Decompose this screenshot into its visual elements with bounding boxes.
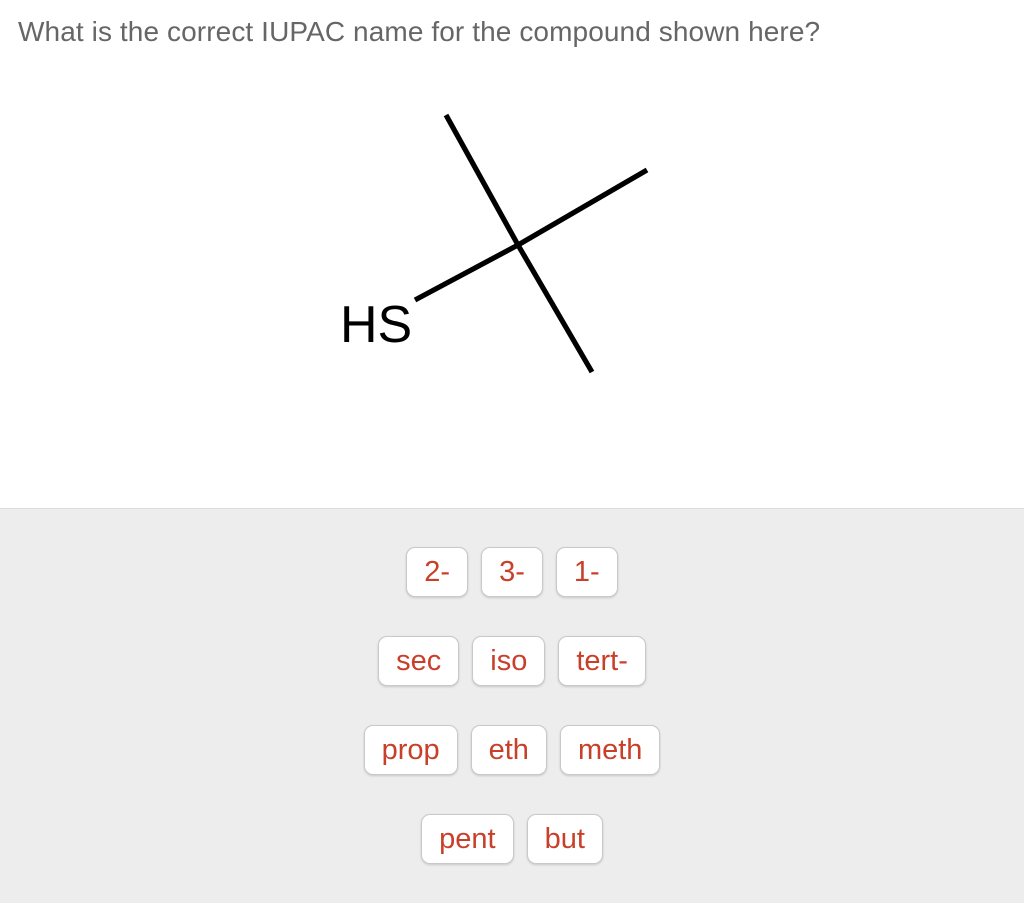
token-button-iso[interactable]: iso	[472, 636, 546, 686]
token-row-2: sec iso tert-	[0, 636, 1024, 686]
token-button-2-dash[interactable]: 2-	[406, 547, 469, 597]
token-button-sec[interactable]: sec	[378, 636, 460, 686]
skeletal-structure-svg: HS	[340, 113, 649, 374]
token-button-1-dash[interactable]: 1-	[555, 547, 618, 597]
token-row-3: prop eth meth	[0, 725, 1024, 775]
iupac-naming-question-screen: What is the correct IUPAC name for the c…	[0, 0, 1024, 903]
token-row-4: pent but	[0, 814, 1024, 864]
bond-center-to-hs	[413, 242, 520, 303]
question-panel: What is the correct IUPAC name for the c…	[0, 0, 1024, 509]
token-row-1: 2- 3- 1-	[0, 547, 1024, 597]
token-button-tert[interactable]: tert-	[558, 636, 646, 686]
bond-center-to-up-right	[516, 167, 649, 248]
bond-center-to-down-right	[515, 243, 595, 374]
bond-center-to-up-left	[443, 113, 521, 247]
token-button-prop[interactable]: prop	[363, 725, 458, 775]
compound-structure-figure: HS	[0, 60, 1024, 490]
token-button-pent[interactable]: pent	[421, 814, 514, 864]
atom-label-hs: HS	[340, 296, 412, 354]
page-title: What is the correct IUPAC name for the c…	[18, 16, 821, 47]
answer-token-bank: 2- 3- 1- sec iso tert- prop eth meth pen…	[0, 509, 1024, 903]
token-button-meth[interactable]: meth	[559, 725, 661, 775]
token-button-eth[interactable]: eth	[470, 725, 547, 775]
token-button-3-dash[interactable]: 3-	[481, 547, 543, 597]
token-button-but[interactable]: but	[526, 814, 603, 864]
